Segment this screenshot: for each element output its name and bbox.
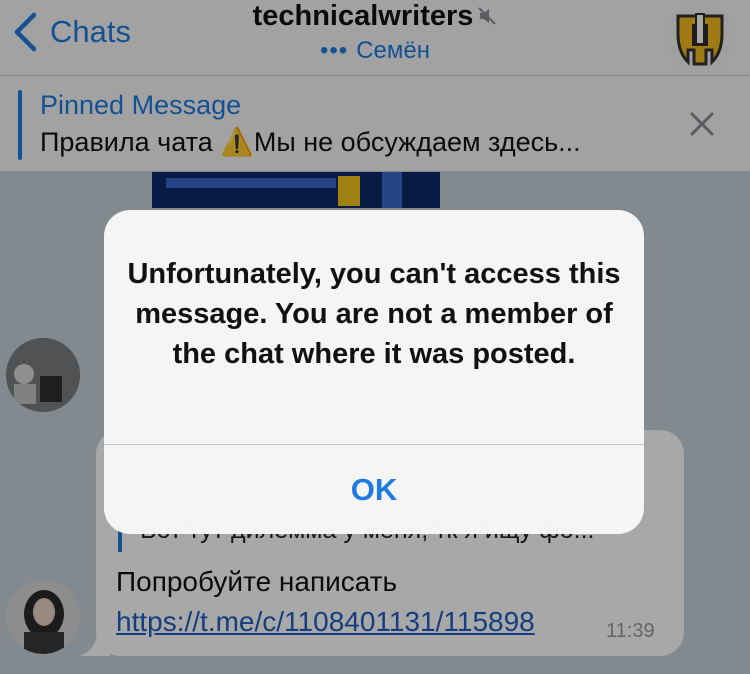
alert-message: Unfortunately, you can't access this mes… [127,258,621,370]
ok-button[interactable]: OK [104,445,644,534]
alert-dialog: Unfortunately, you can't access this mes… [104,210,644,534]
